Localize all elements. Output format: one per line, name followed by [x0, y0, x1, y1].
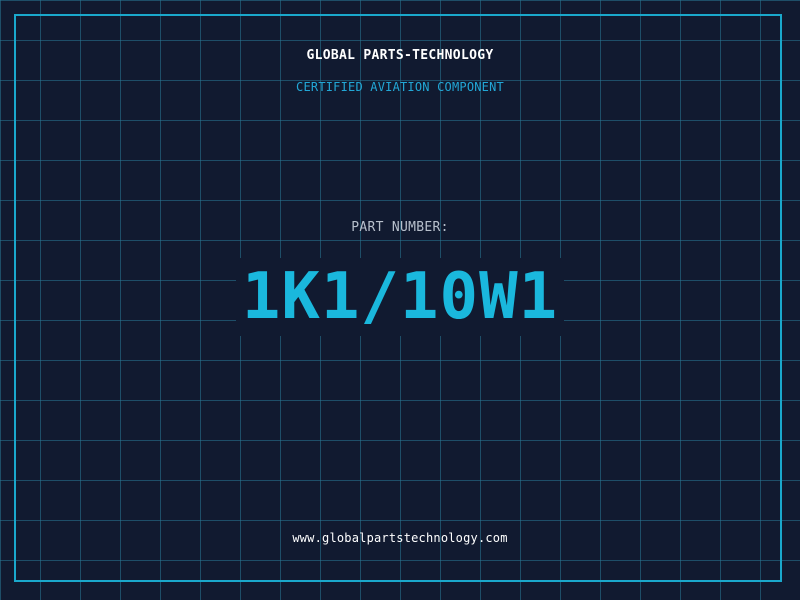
website-url: www.globalpartstechnology.com	[292, 531, 508, 545]
part-number-value: 1K1/10W1	[235, 258, 565, 336]
certification-subtitle: CERTIFIED AVIATION COMPONENT	[296, 80, 504, 94]
company-name: GLOBAL PARTS-TECHNOLOGY	[306, 48, 494, 63]
certificate-page: GLOBAL PARTS-TECHNOLOGY CERTIFIED AVIATI…	[0, 0, 800, 600]
part-number-container: 1K1/10W1	[0, 258, 800, 336]
part-number-label: PART NUMBER:	[351, 220, 449, 235]
